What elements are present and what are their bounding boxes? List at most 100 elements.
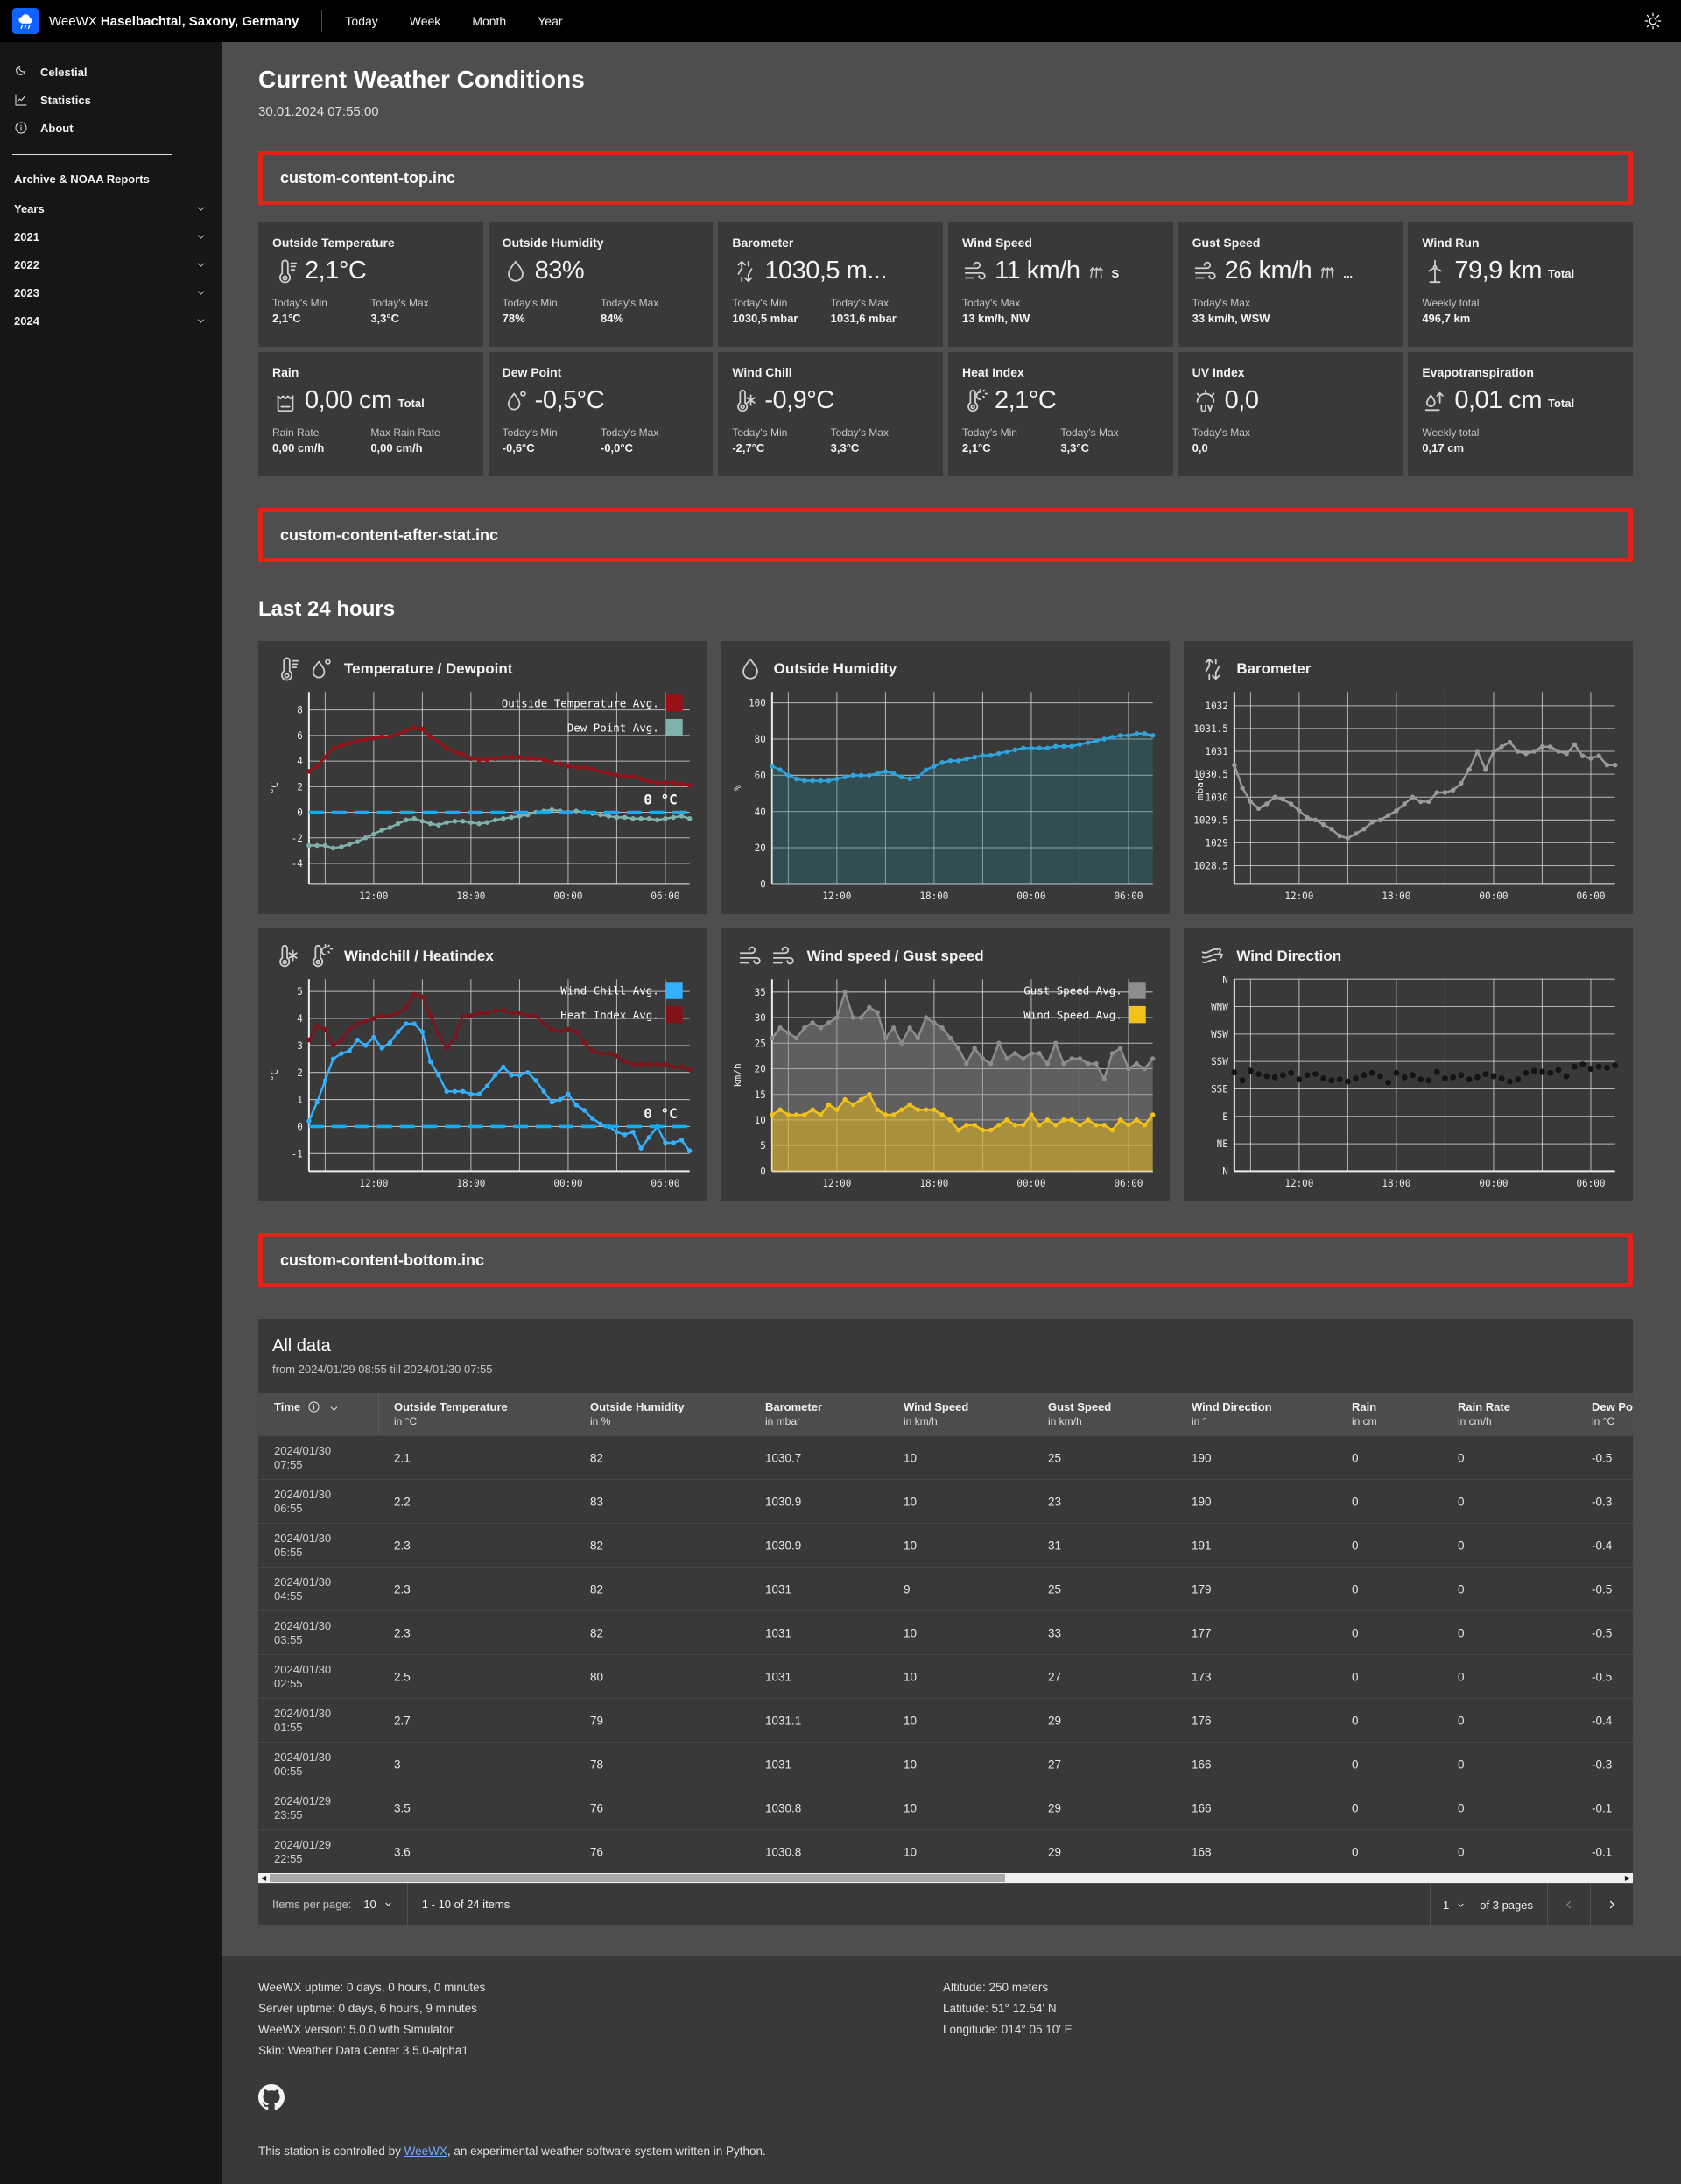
table-horizontal-scrollbar[interactable]: ◀ ▶ <box>258 1873 1633 1883</box>
scroll-left-arrow-icon[interactable]: ◀ <box>261 1874 266 1882</box>
wind-arrows <box>1318 262 1337 281</box>
column-header-outside-humidity[interactable]: Outside Humidity in % <box>590 1400 685 1427</box>
wind <box>962 258 988 285</box>
cell-value: 0 <box>1458 1670 1465 1683</box>
sidebar-divider <box>12 154 172 155</box>
nav-month[interactable]: Month <box>472 14 506 28</box>
stat-tile: Wind Chill -0,9°C Today's Min-2,7°CToday… <box>718 352 943 476</box>
nav-week[interactable]: Week <box>410 14 441 28</box>
nav-year[interactable]: Year <box>538 14 562 28</box>
table-row[interactable]: 2024/01/3000:553781031102716600-0.3 <box>258 1742 1633 1786</box>
sidebar-item-statistics[interactable]: Statistics <box>0 86 222 114</box>
weewx-link[interactable]: WeeWX <box>404 2145 447 2158</box>
cell-value: 0 <box>1352 1670 1359 1683</box>
column-header-time[interactable]: Time <box>274 1400 341 1413</box>
tile-stat-label: Weekly total <box>1422 426 1520 439</box>
svg-text:5: 5 <box>297 986 303 997</box>
nav-today[interactable]: Today <box>345 14 377 28</box>
cell-value: 1030.8 <box>765 1845 801 1858</box>
tile-stat-label: Rain Rate <box>272 426 370 439</box>
column-header-wind-speed[interactable]: Wind Speed in km/h <box>904 1400 968 1427</box>
cell-value: 1030.8 <box>765 1801 801 1814</box>
sidebar-item-celestial[interactable]: Celestial <box>0 58 222 86</box>
svg-text:3: 3 <box>297 1040 303 1052</box>
sidebar-accordion-2022[interactable]: 2022 <box>0 250 222 278</box>
sidebar-item-about[interactable]: About <box>0 114 222 142</box>
table-row[interactable]: 2024/01/3002:552.5801031102717300-0.5 <box>258 1654 1633 1698</box>
weewx-logo[interactable] <box>12 8 39 34</box>
github-link[interactable] <box>258 2084 285 2110</box>
tile-title: Dew Point <box>503 365 700 379</box>
column-header-rain[interactable]: Rain in cm <box>1352 1400 1377 1427</box>
scrollbar-thumb[interactable] <box>270 1874 1005 1882</box>
theme-toggle-button[interactable] <box>1641 9 1665 33</box>
tile-stat-label: Max Rain Rate <box>370 426 468 439</box>
cell-value: 82 <box>590 1582 603 1596</box>
custom-content-top: custom-content-top.inc <box>258 151 1633 205</box>
tile-stat-value: -2,7°C <box>732 441 830 454</box>
wind <box>737 943 763 969</box>
sidebar-accordion-2024[interactable]: 2024 <box>0 306 222 335</box>
sidebar-accordion-2023[interactable]: 2023 <box>0 278 222 306</box>
cell-value: -0.3 <box>1592 1758 1612 1771</box>
previous-page-button[interactable] <box>1547 1884 1590 1926</box>
column-header-barometer[interactable]: Barometer in mbar <box>765 1400 822 1427</box>
cell-time: 2024/01/2923:55 <box>274 1794 331 1822</box>
tile-title: Gust Speed <box>1192 236 1389 250</box>
tile-value: 2,1°C <box>305 257 366 285</box>
caret-left-icon <box>1563 1899 1575 1911</box>
sidebar: CelestialStatisticsAbout Archive & NOAA … <box>0 42 222 2184</box>
table-row[interactable]: 2024/01/3003:552.3821031103317700-0.5 <box>258 1610 1633 1654</box>
column-header-gust-speed[interactable]: Gust Speed in km/h <box>1048 1400 1111 1427</box>
table-row[interactable]: 2024/01/3007:552.1821030.7102519000-0.5 <box>258 1435 1633 1479</box>
column-unit: in °C <box>394 1415 508 1427</box>
tile-stat-value: 3,3°C <box>831 441 929 454</box>
tile-stat-value: 0,17 cm <box>1422 441 1520 454</box>
svg-text:mbar: mbar <box>1194 776 1206 800</box>
cell-value: 0 <box>1458 1714 1465 1727</box>
column-label: Rain <box>1352 1400 1376 1413</box>
svg-text:18:00: 18:00 <box>919 1178 948 1189</box>
table-row[interactable]: 2024/01/3004:552.382103192517900-0.5 <box>258 1567 1633 1610</box>
pagination-divider <box>1430 1884 1431 1926</box>
chart-panel: Wind speed / Gust speed 0510152025303512… <box>721 928 1171 1201</box>
chevron-down-icon <box>195 203 207 215</box>
wind <box>1192 258 1219 285</box>
svg-text:0: 0 <box>297 807 303 819</box>
column-header-dew-po[interactable]: Dew Po in °C <box>1592 1400 1633 1427</box>
table-row[interactable]: 2024/01/3001:552.7791031.1102917600-0.4 <box>258 1698 1633 1742</box>
chart-panel: Windchill / Heatindex -101234512:0018:00… <box>258 928 707 1201</box>
pressure <box>1199 656 1226 682</box>
chart-plot: -101234512:0018:0000:0006:00°C0 °CWind C… <box>267 972 699 1194</box>
cell-value: 82 <box>590 1539 603 1552</box>
sidebar-accordion-2021[interactable]: 2021 <box>0 222 222 250</box>
next-page-button[interactable] <box>1590 1884 1633 1926</box>
tile-value: -0,5°C <box>535 386 605 415</box>
column-header-wind-direction[interactable]: Wind Direction in ° <box>1192 1400 1272 1427</box>
scroll-right-arrow-icon[interactable]: ▶ <box>1625 1874 1630 1882</box>
table-row[interactable]: 2024/01/2923:553.5761030.8102916600-0.1 <box>258 1786 1633 1829</box>
items-per-page-value: 10 <box>363 1898 376 1911</box>
page-select[interactable]: 1 <box>1443 1899 1466 1912</box>
chart-header: Outside Humidity <box>730 653 1162 685</box>
svg-text:15: 15 <box>754 1089 765 1101</box>
table-row[interactable]: 2024/01/3006:552.2831030.9102319000-0.3 <box>258 1479 1633 1523</box>
table-row[interactable]: 2024/01/2922:553.6761030.8102916800-0.1 <box>258 1829 1633 1873</box>
column-header-rain-rate[interactable]: Rain Rate in cm/h <box>1458 1400 1510 1427</box>
svg-text:06:00: 06:00 <box>1114 1178 1143 1189</box>
tile-stat: Today's Max13 km/h, NW <box>962 297 1060 325</box>
items-per-page-select[interactable]: 10 <box>363 1898 392 1911</box>
column-header-outside-temperature[interactable]: Outside Temperature in °C <box>394 1400 508 1427</box>
cell-value: 0 <box>1458 1801 1465 1814</box>
chevron-down-icon <box>195 315 207 327</box>
cell-time: 2024/01/3005:55 <box>274 1532 331 1560</box>
table-row[interactable]: 2024/01/3005:552.3821030.9103119100-0.4 <box>258 1523 1633 1567</box>
chevron-down-icon <box>195 287 207 299</box>
sidebar-accordion-years[interactable]: Years <box>0 194 222 222</box>
svg-text:60: 60 <box>754 770 765 781</box>
column-unit: in cm <box>1352 1415 1377 1427</box>
header-divider <box>321 10 322 32</box>
svg-text:18:00: 18:00 <box>1382 891 1411 902</box>
cell-value: 10 <box>904 1539 917 1552</box>
svg-text:06:00: 06:00 <box>651 1178 679 1189</box>
